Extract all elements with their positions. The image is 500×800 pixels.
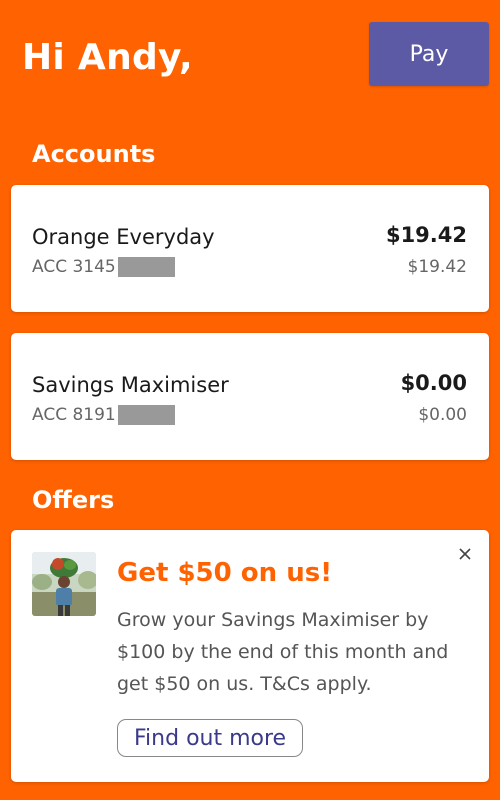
account-available-balance: $19.42 <box>407 257 467 277</box>
account-card-savings-maximiser[interactable]: Savings Maximiser ACC 8191 $0.00 $0.00 <box>11 333 489 460</box>
account-name: Orange Everyday <box>32 225 215 249</box>
close-icon[interactable] <box>453 542 477 566</box>
header: Hi Andy, Pay <box>0 0 500 120</box>
offer-body: Grow your Savings Maximiser by $100 by t… <box>117 609 449 695</box>
account-number-prefix: ACC 8191 <box>32 405 116 425</box>
offer-card: Get $50 on us! Grow your Savings Maximis… <box>11 530 489 782</box>
offer-headline: Get $50 on us! <box>117 558 333 588</box>
accounts-title: Accounts <box>32 140 156 168</box>
account-number-mask <box>117 257 175 277</box>
account-number-mask <box>117 405 175 425</box>
account-balance: $0.00 <box>400 371 467 395</box>
account-name: Savings Maximiser <box>32 373 229 397</box>
find-out-more-button[interactable]: Find out more <box>117 719 304 757</box>
offer-photo <box>32 552 96 616</box>
account-available-balance: $0.00 <box>418 405 467 425</box>
account-number: ACC 3145 <box>32 257 175 277</box>
offers-title: Offers <box>32 486 115 514</box>
greeting: Hi Andy, <box>22 37 194 78</box>
account-balance: $19.42 <box>385 223 467 247</box>
account-number: ACC 8191 <box>32 405 175 425</box>
account-card-orange-everyday[interactable]: Orange Everyday ACC 3145 $19.42 $19.42 <box>11 185 489 312</box>
pay-button[interactable]: Pay <box>369 22 489 86</box>
account-number-prefix: ACC 3145 <box>32 257 116 277</box>
